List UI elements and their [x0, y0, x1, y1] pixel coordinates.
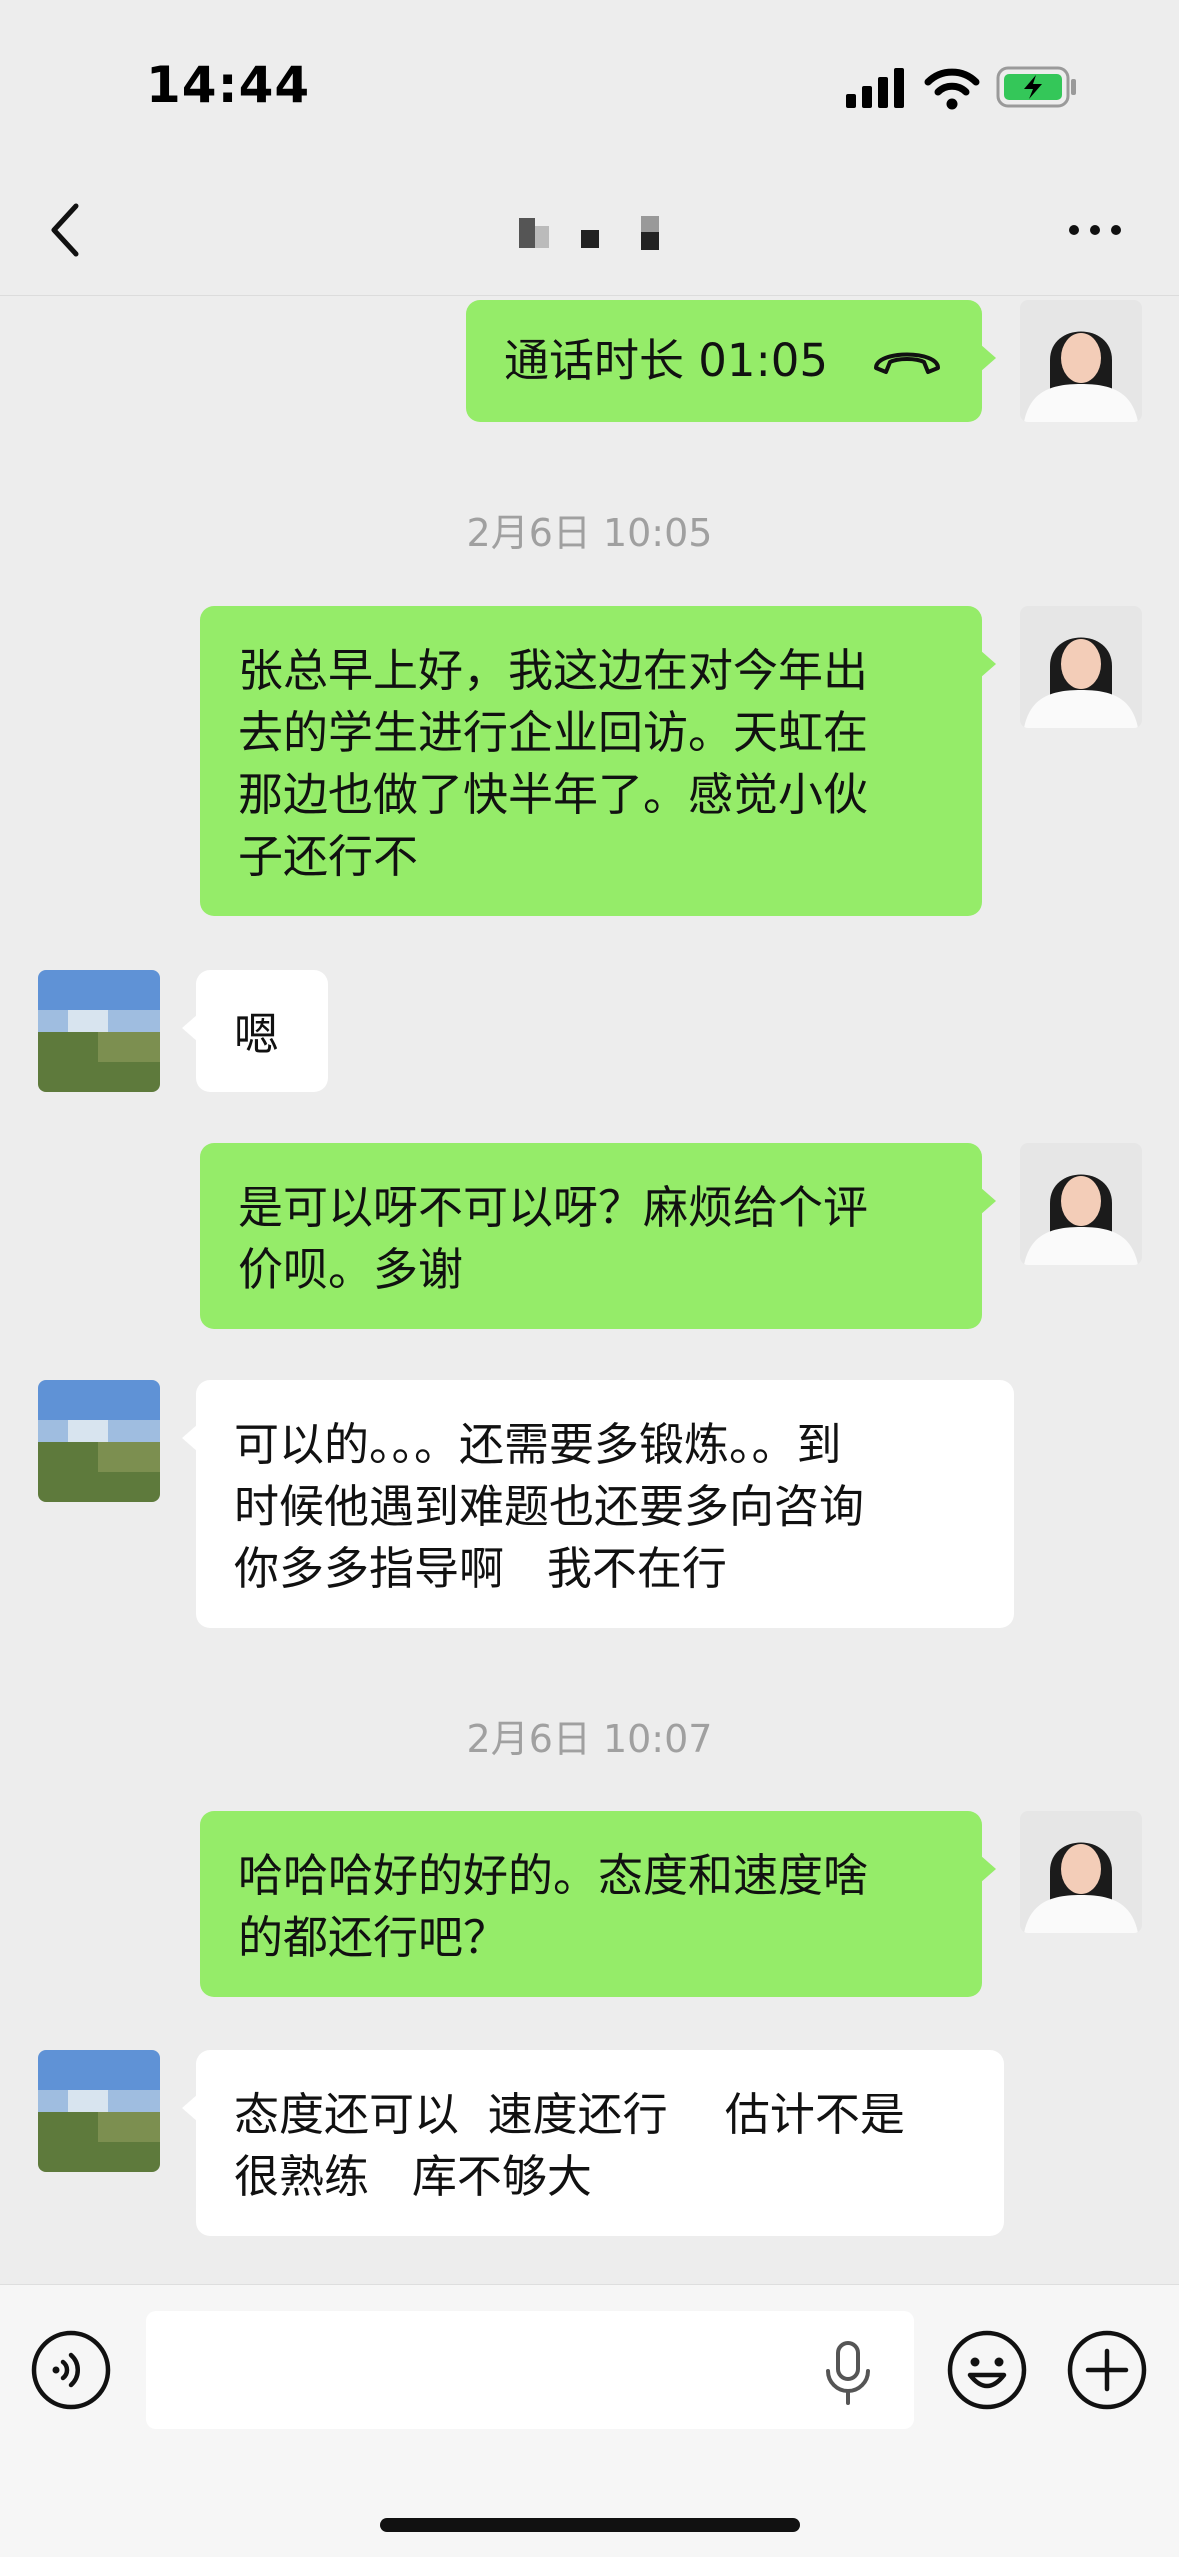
message-bubble-incoming[interactable]: 态度还可以 速度还行 估计不是 很熟练 库不够大: [182, 2050, 1004, 2236]
message-line: 价呗。多谢: [238, 1243, 464, 1296]
my-avatar[interactable]: [1020, 1811, 1142, 1933]
message-bubble-outgoing[interactable]: 是可以呀不可以呀？麻烦给个评 价呗。多谢: [200, 1143, 996, 1329]
message-bubble-incoming[interactable]: 嗯: [182, 970, 328, 1092]
message-line: 哈哈哈好的好的。态度和速度啥: [238, 1849, 869, 1902]
message-line: 很熟练 库不够大: [234, 2150, 592, 2203]
signal-icon: [846, 68, 904, 108]
contact-name-pixelated: [519, 216, 659, 250]
my-avatar[interactable]: [1020, 606, 1142, 728]
timestamp: 2月6日 10:05: [466, 511, 713, 555]
status-bar: 14:44: [0, 0, 1179, 170]
contact-avatar[interactable]: [38, 1380, 160, 1502]
home-indicator: [380, 2518, 800, 2532]
battery-charging-icon: [996, 66, 1076, 108]
my-avatar[interactable]: [1020, 300, 1142, 422]
chevron-left-icon[interactable]: [44, 200, 84, 260]
wifi-icon: [924, 68, 980, 110]
phone-hangup-icon: [874, 352, 940, 374]
ellipsis-icon[interactable]: [1066, 215, 1124, 245]
message-input[interactable]: [146, 2311, 914, 2429]
voice-toggle-icon[interactable]: [30, 2329, 112, 2411]
emoji-icon[interactable]: [946, 2329, 1028, 2411]
message-bubble-outgoing[interactable]: 哈哈哈好的好的。态度和速度啥 的都还行吧？: [200, 1811, 996, 1997]
message-line: 的都还行吧？: [238, 1911, 509, 1964]
message-line: 嗯: [234, 1008, 280, 1061]
contact-avatar[interactable]: [38, 970, 160, 1092]
my-avatar[interactable]: [1020, 1143, 1142, 1265]
message-line: 子还行不: [238, 830, 419, 883]
timestamp: 2月6日 10:07: [466, 1717, 713, 1761]
message-line: 去的学生进行企业回访。天虹在: [238, 706, 869, 759]
message-bubble-incoming[interactable]: 可以的。。。还需要多锻炼。。到 时候他遇到难题也还要多向咨询 你多多指导啊 我不…: [182, 1380, 1014, 1628]
message-line: 张总早上好，我这边在对今年出: [238, 644, 869, 697]
input-bar: [0, 2284, 1179, 2557]
nav-bar: [0, 170, 1179, 296]
plus-icon[interactable]: [1066, 2329, 1148, 2411]
message-line: 时候他遇到难题也还要多向咨询: [234, 1480, 865, 1533]
microphone-icon[interactable]: [822, 2341, 874, 2405]
message-bubble-outgoing[interactable]: 张总早上好，我这边在对今年出 去的学生进行企业回访。天虹在 那边也做了快半年了。…: [200, 606, 996, 916]
call-duration-text: 通话时长 01:05: [504, 334, 828, 387]
call-record-bubble[interactable]: 通话时长 01:05: [466, 300, 996, 422]
message-line: 可以的。。。还需要多锻炼。。到: [234, 1418, 842, 1471]
message-line: 你多多指导啊 我不在行: [234, 1542, 727, 1595]
status-time: 14:44: [146, 56, 311, 114]
contact-avatar[interactable]: [38, 2050, 160, 2172]
message-line: 是可以呀不可以呀？麻烦给个评: [238, 1181, 869, 1234]
message-line: 态度还可以 速度还行 估计不是: [234, 2088, 905, 2141]
message-line: 那边也做了快半年了。感觉小伙: [238, 768, 869, 821]
